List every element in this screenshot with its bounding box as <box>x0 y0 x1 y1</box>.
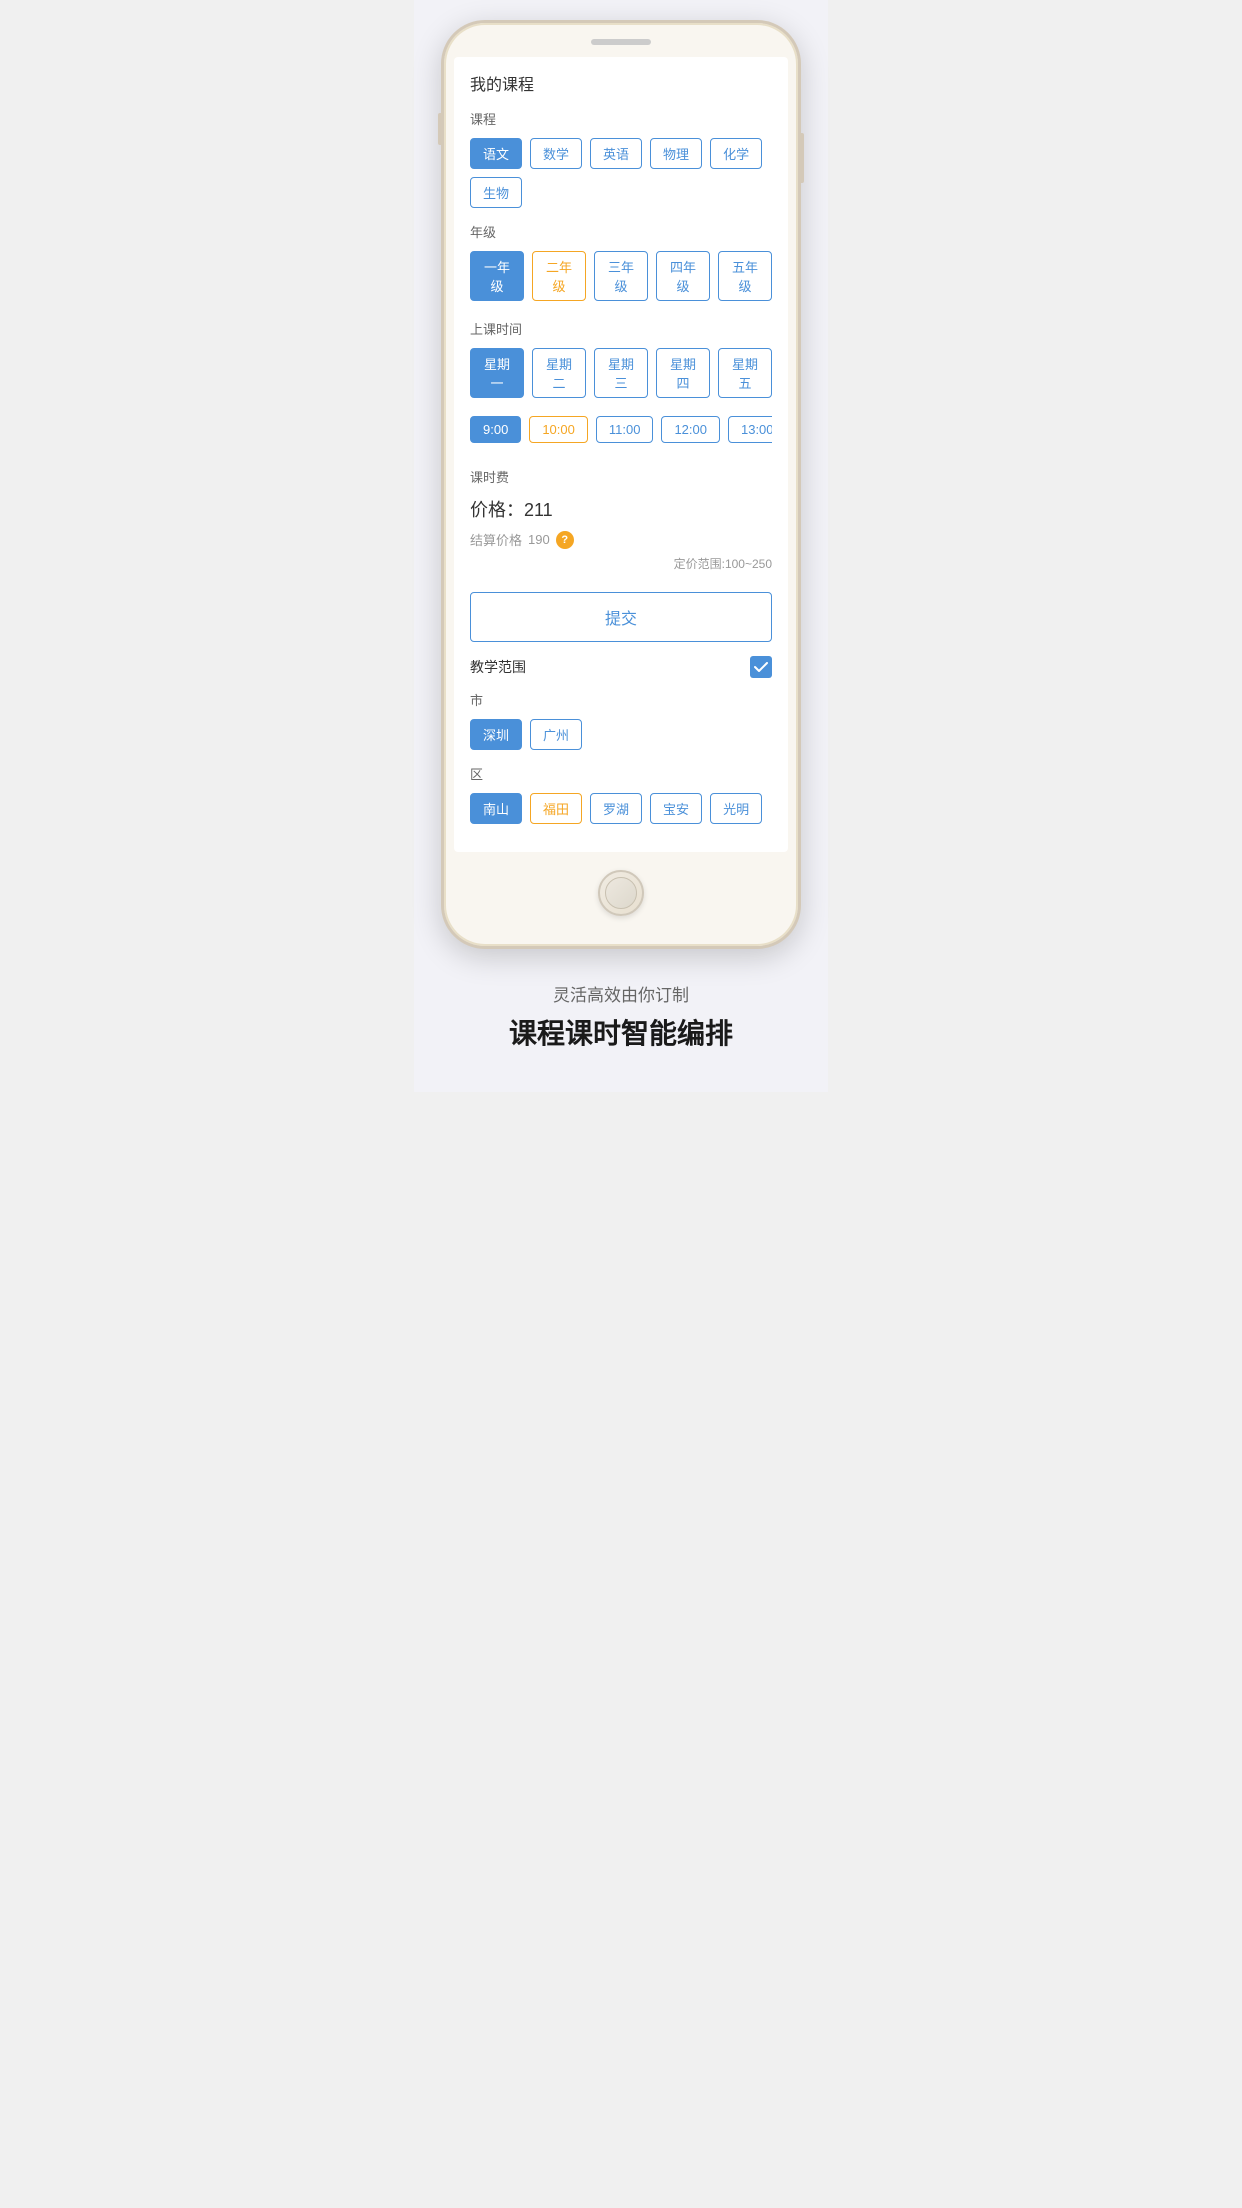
grade-tag-2[interactable]: 二年级 <box>532 251 586 301</box>
weekday-thu[interactable]: 星期四 <box>656 348 710 398</box>
grade-tag-4[interactable]: 四年级 <box>656 251 710 301</box>
course-tags-row: 语文 数学 英语 物理 化学 生物 <box>470 138 772 208</box>
district-tags-row: 南山 福田 罗湖 宝安 光明 <box>470 793 772 824</box>
time-label: 上课时间 <box>470 319 772 338</box>
time-12[interactable]: 12:00 <box>661 416 720 443</box>
phone-screen: 我的课程 课程 语文 数学 英语 物理 化学 生物 年级 <box>454 57 788 852</box>
teaching-range-section: 教学范围 市 深圳 广州 区 <box>470 656 772 824</box>
weekday-fri[interactable]: 星期五 <box>718 348 772 398</box>
city-shenzhen[interactable]: 深圳 <box>470 719 522 750</box>
city-tags-row: 深圳 广州 <box>470 719 772 750</box>
city-label: 市 <box>470 690 772 709</box>
phone-speaker <box>591 39 651 45</box>
page-wrapper: 我的课程 课程 语文 数学 英语 物理 化学 生物 年级 <box>414 0 828 1092</box>
district-baoan[interactable]: 宝安 <box>650 793 702 824</box>
time-10[interactable]: 10:00 <box>529 416 588 443</box>
bottom-text: 灵活高效由你订制 课程课时智能编排 <box>489 981 753 1052</box>
range-title: 教学范围 <box>470 657 526 677</box>
city-guangzhou[interactable]: 广州 <box>530 719 582 750</box>
grade-row: 一年级 二年级 三年级 四年级 五年级 <box>470 251 772 305</box>
time-13[interactable]: 13:00 <box>728 416 772 443</box>
grade-tag-5[interactable]: 五年级 <box>718 251 772 301</box>
course-label: 课程 <box>470 109 772 128</box>
district-luohu[interactable]: 罗湖 <box>590 793 642 824</box>
page-title: 我的课程 <box>470 71 772 95</box>
district-futian[interactable]: 福田 <box>530 793 582 824</box>
price-range: 定价范围:100~250 <box>470 555 772 572</box>
weekday-row: 星期一 星期二 星期三 星期四 星期五 <box>470 348 772 402</box>
time-section: 上课时间 星期一 星期二 星期三 星期四 星期五 9:00 10:00 11:0… <box>470 319 772 447</box>
district-label: 区 <box>470 764 772 783</box>
time-9[interactable]: 9:00 <box>470 416 521 443</box>
course-tag-huaxue[interactable]: 化学 <box>710 138 762 169</box>
time-11[interactable]: 11:00 <box>596 416 654 443</box>
course-tag-yingyu[interactable]: 英语 <box>590 138 642 169</box>
course-tag-wuli[interactable]: 物理 <box>650 138 702 169</box>
weekday-tue[interactable]: 星期二 <box>532 348 586 398</box>
weekday-mon[interactable]: 星期一 <box>470 348 524 398</box>
range-header: 教学范围 <box>470 656 772 678</box>
settle-value: 190 <box>528 532 550 547</box>
screen-content: 我的课程 课程 语文 数学 英语 物理 化学 生物 年级 <box>454 57 788 852</box>
check-icon[interactable] <box>750 656 772 678</box>
weekday-wed[interactable]: 星期三 <box>594 348 648 398</box>
price-display: 价格：211 <box>470 496 772 522</box>
phone-home-button[interactable] <box>598 870 644 916</box>
grade-section: 年级 一年级 二年级 三年级 四年级 五年级 <box>470 222 772 305</box>
fee-section: 课时费 价格：211 结算价格 190 ? 定价范围:100~250 <box>470 461 772 592</box>
price-value: 211 <box>524 500 553 520</box>
question-icon[interactable]: ? <box>556 531 574 549</box>
grade-label: 年级 <box>470 222 772 241</box>
grade-tag-3[interactable]: 三年级 <box>594 251 648 301</box>
time-row: 9:00 10:00 11:00 12:00 13:00 14:00 <box>470 416 772 447</box>
settle-label: 结算价格 <box>470 530 522 549</box>
phone-frame: 我的课程 课程 语文 数学 英语 物理 化学 生物 年级 <box>441 20 801 949</box>
course-tag-yuwen[interactable]: 语文 <box>470 138 522 169</box>
course-tag-shengwu[interactable]: 生物 <box>470 177 522 208</box>
price-prefix: 价格： <box>470 500 524 520</box>
fee-label: 课时费 <box>470 467 772 486</box>
district-nanshan[interactable]: 南山 <box>470 793 522 824</box>
course-section: 课程 语文 数学 英语 物理 化学 生物 <box>470 109 772 208</box>
main-title-text: 课程课时智能编排 <box>509 1016 733 1052</box>
subtitle-text: 灵活高效由你订制 <box>509 981 733 1006</box>
grade-tag-1[interactable]: 一年级 <box>470 251 524 301</box>
course-tag-shuxue[interactable]: 数学 <box>530 138 582 169</box>
submit-button[interactable]: 提交 <box>470 592 772 642</box>
phone-home-inner <box>605 877 637 909</box>
district-guangming[interactable]: 光明 <box>710 793 762 824</box>
settle-price-row: 结算价格 190 ? <box>470 530 772 549</box>
